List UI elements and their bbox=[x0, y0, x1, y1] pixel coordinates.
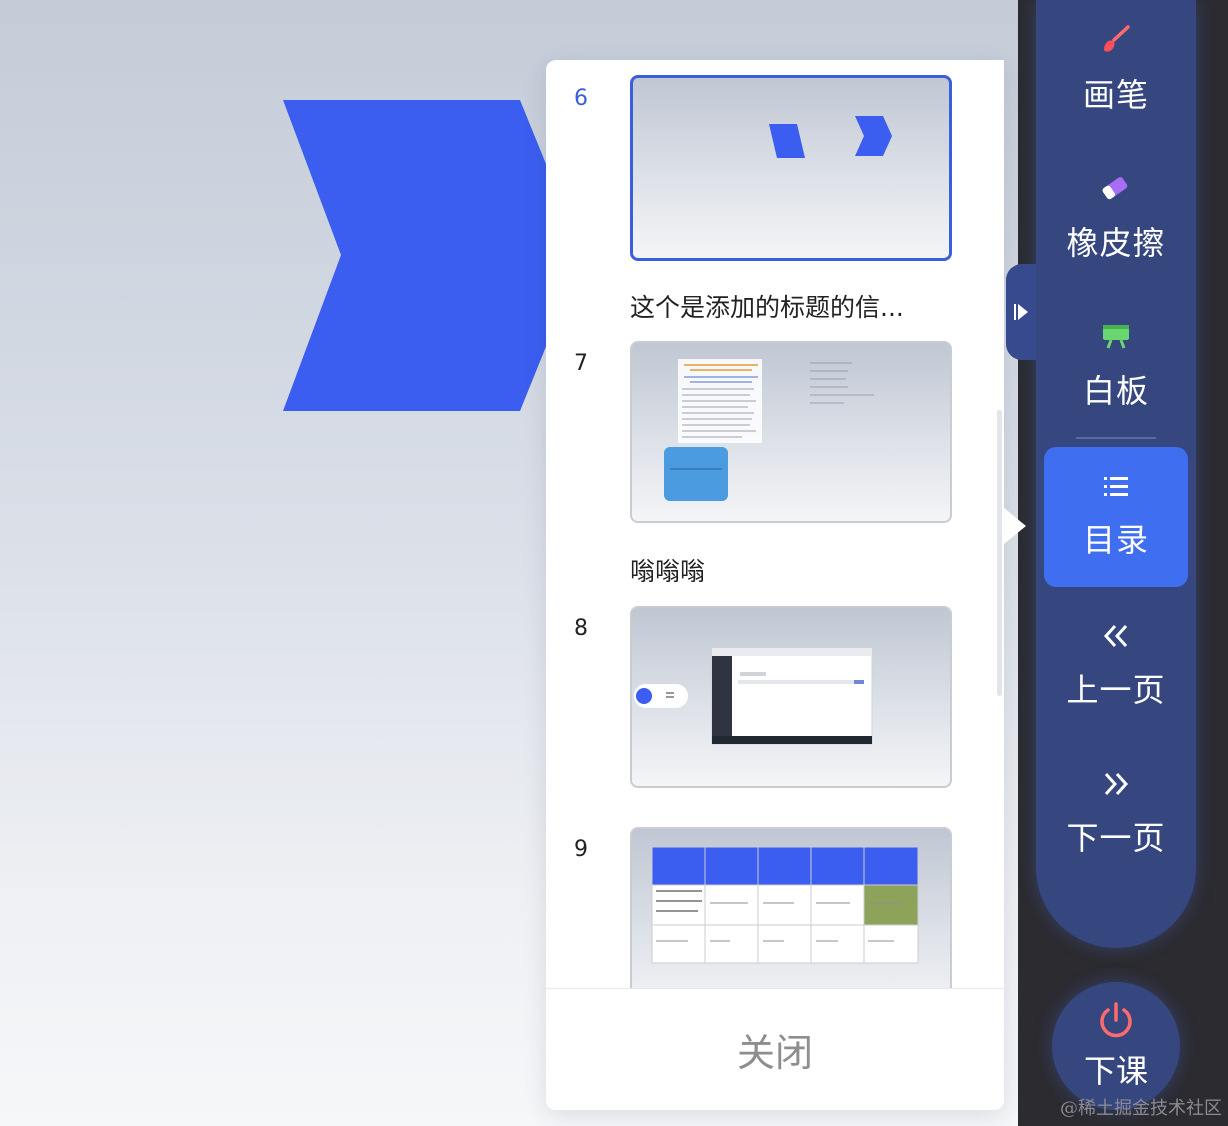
next-page-button[interactable]: 下一页 bbox=[1044, 744, 1188, 884]
tool-label: 目录 bbox=[1082, 521, 1149, 559]
double-chevron-right-icon bbox=[1104, 772, 1129, 796]
end-class-label: 下课 bbox=[1083, 1052, 1148, 1090]
page-number: 9 bbox=[574, 837, 588, 862]
slide-chevron-shape bbox=[283, 100, 583, 411]
thumbnail-content bbox=[634, 647, 873, 745]
double-chevron-left-icon bbox=[1103, 624, 1128, 648]
pen-tool-button[interactable]: 画笔 bbox=[1044, 0, 1188, 140]
eraser-tool-button[interactable]: 橡皮擦 bbox=[1044, 148, 1188, 288]
watermark: @稀土掘金技术社区 bbox=[1060, 1098, 1222, 1119]
page-title: 嗡嗡嗡 bbox=[630, 557, 706, 586]
thumbnail-shapes bbox=[769, 116, 892, 158]
thumbnail-content bbox=[664, 359, 874, 501]
brush-icon bbox=[1104, 25, 1130, 52]
catalog-panel: 6 这个是添加的标题的信... 7 嗡嗡嗡 8 9 关闭 bbox=[546, 60, 1004, 1110]
tool-label: 上一页 bbox=[1066, 671, 1166, 709]
page-title: 这个是添加的标题的信... bbox=[630, 293, 904, 322]
list-icon bbox=[1104, 477, 1128, 496]
catalog-list[interactable]: 6 这个是添加的标题的信... 7 嗡嗡嗡 8 9 bbox=[546, 60, 1004, 1017]
previous-page-button[interactable]: 上一页 bbox=[1044, 596, 1188, 736]
close-button[interactable]: 关闭 bbox=[546, 989, 1004, 1110]
slide-thumbnail-8[interactable] bbox=[630, 606, 952, 788]
tool-label: 画笔 bbox=[1082, 76, 1149, 114]
slide-thumbnail-6[interactable] bbox=[630, 75, 952, 261]
collapse-arrow-icon bbox=[1014, 304, 1028, 320]
end-class-button[interactable]: 下课 bbox=[1052, 982, 1180, 1110]
catalog-tool-button[interactable]: 目录 bbox=[1044, 447, 1188, 587]
tool-label: 白板 bbox=[1082, 372, 1149, 410]
eraser-icon bbox=[1102, 177, 1128, 200]
page-number: 8 bbox=[574, 616, 588, 641]
active-item-pointer bbox=[1004, 508, 1026, 544]
power-icon bbox=[1100, 1002, 1132, 1038]
whiteboard-tool-button[interactable]: 白板 bbox=[1044, 296, 1188, 436]
toolbar-divider bbox=[1076, 437, 1156, 439]
catalog-scrollbar[interactable] bbox=[997, 410, 1002, 696]
tool-label: 橡皮擦 bbox=[1066, 224, 1166, 262]
collapse-panel-button[interactable] bbox=[1006, 264, 1036, 360]
tool-label: 下一页 bbox=[1066, 819, 1166, 857]
page-number: 6 bbox=[574, 86, 588, 111]
whiteboard-icon bbox=[1103, 325, 1129, 349]
page-number: 7 bbox=[574, 351, 588, 376]
slide-thumbnail-7[interactable] bbox=[630, 341, 952, 523]
